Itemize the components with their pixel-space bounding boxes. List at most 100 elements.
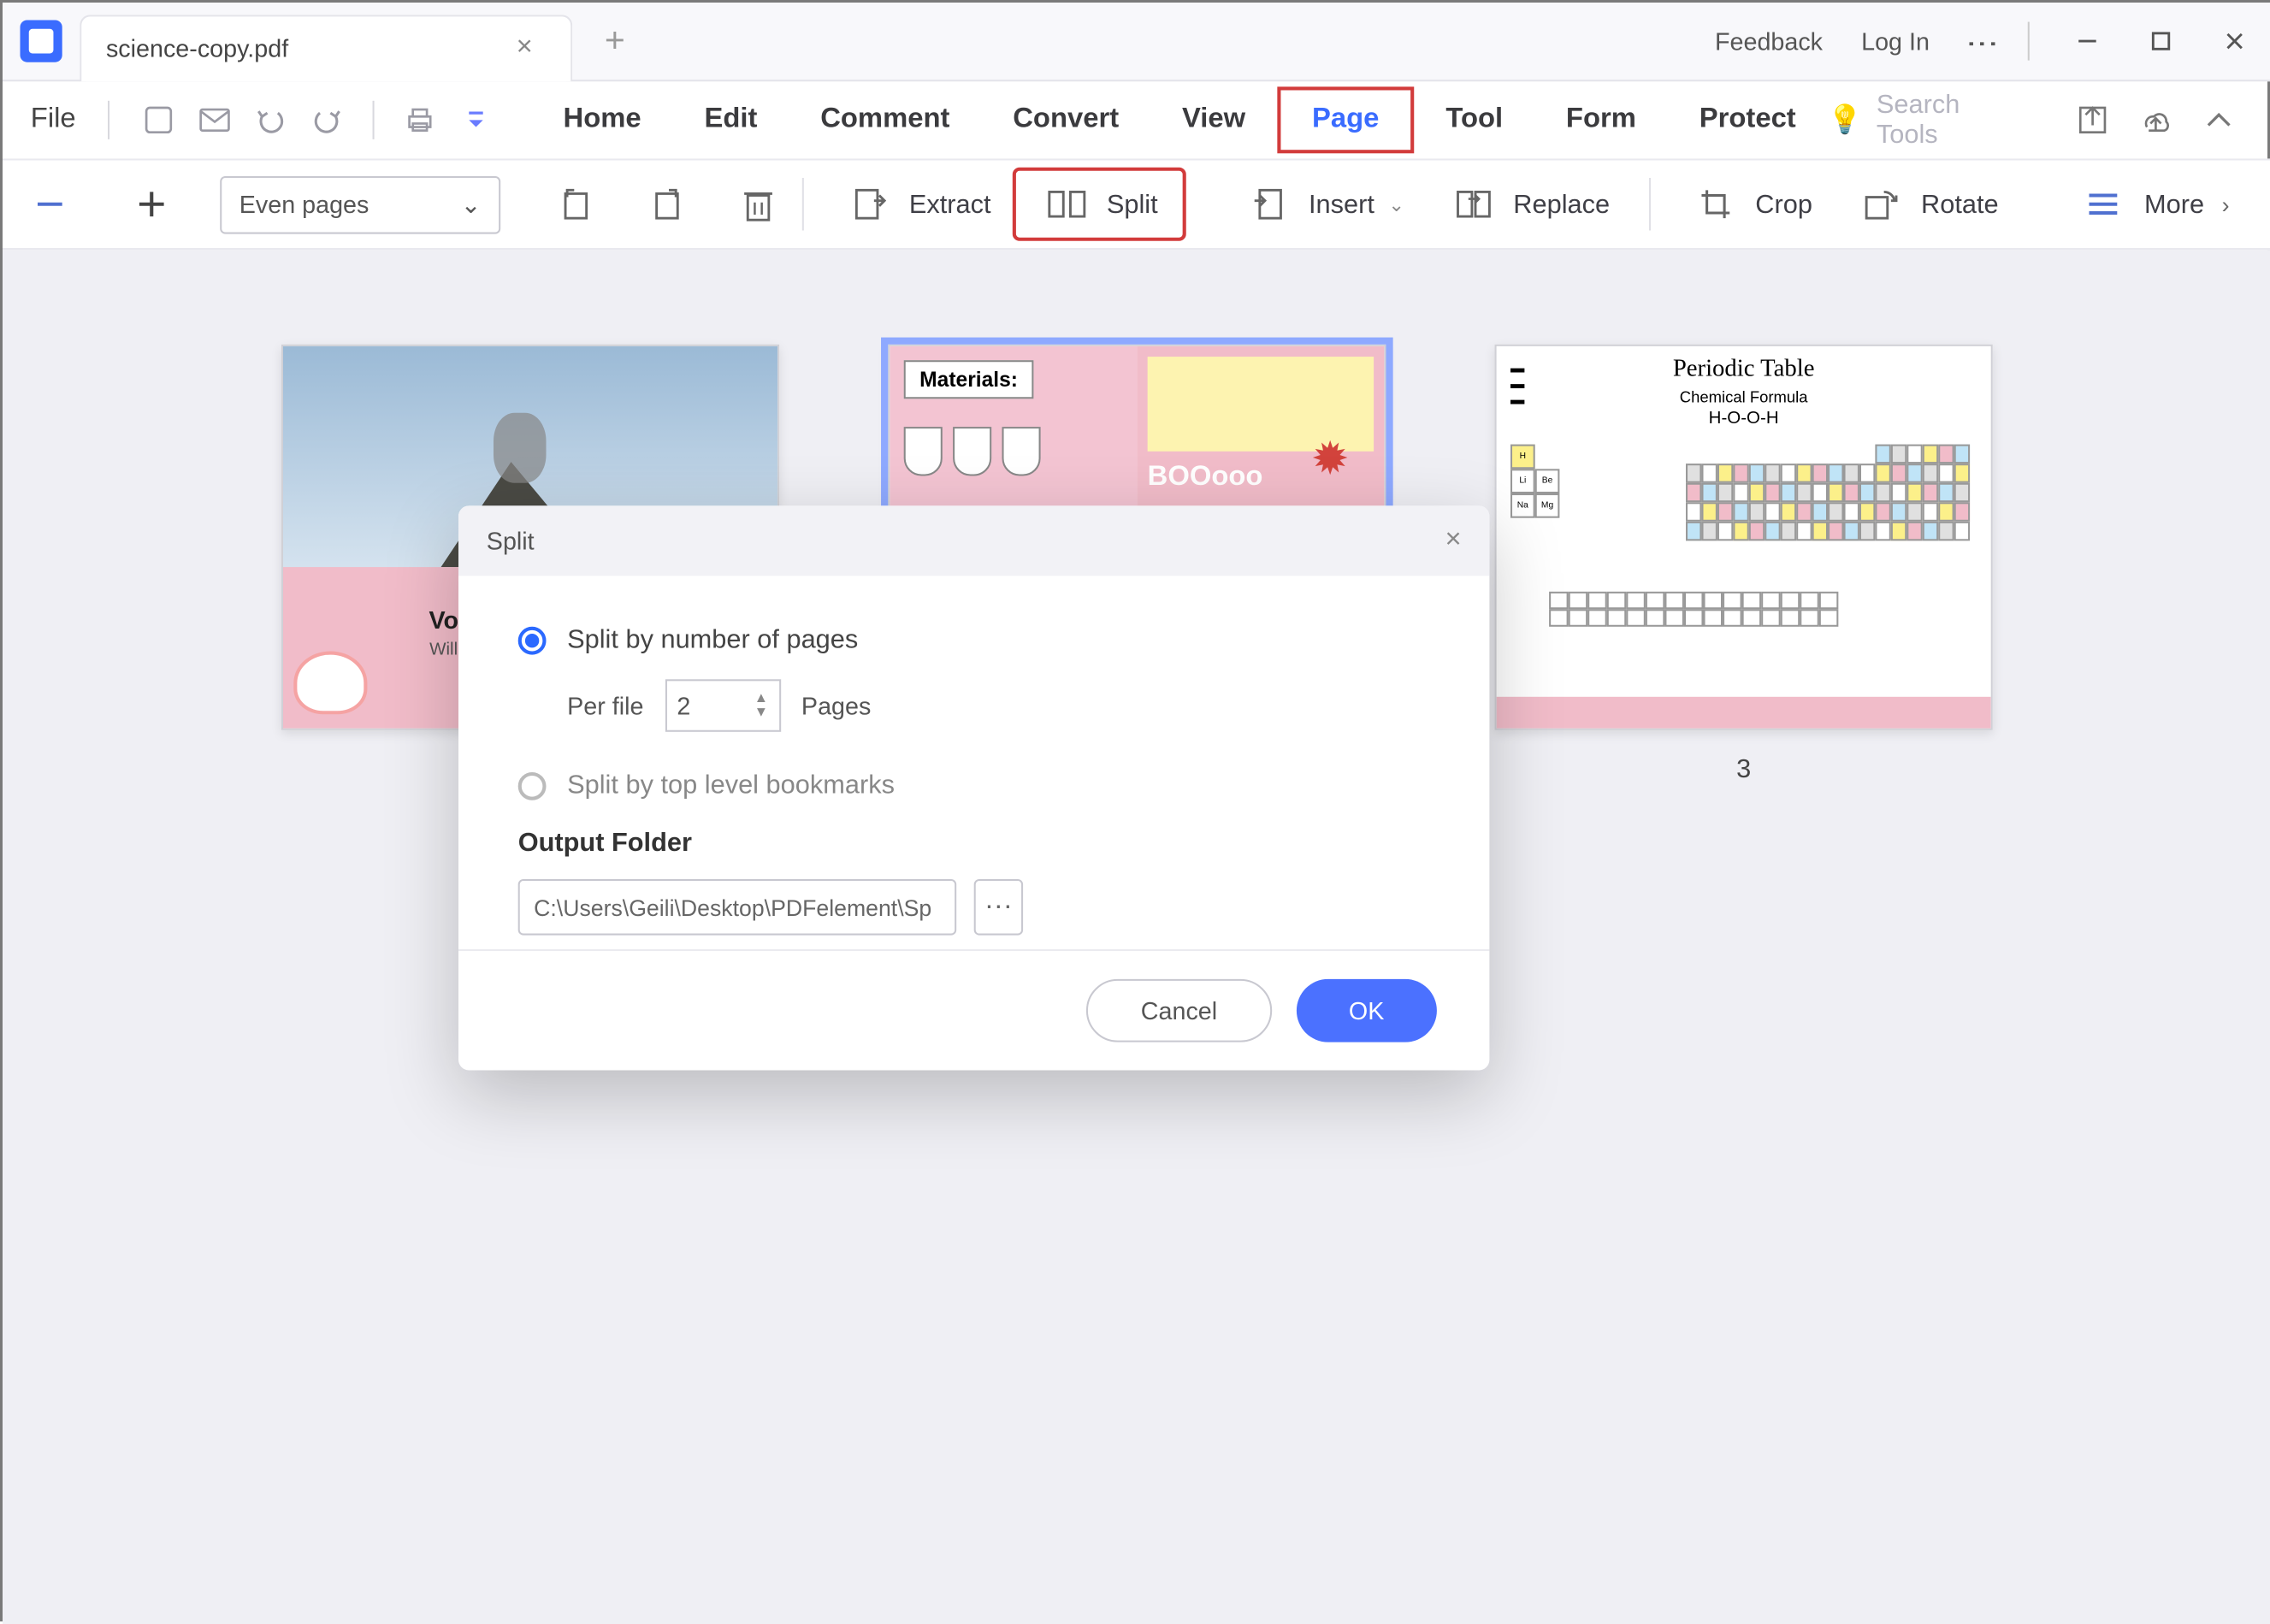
insert-icon <box>1242 178 1295 231</box>
cancel-button[interactable]: Cancel <box>1086 979 1271 1042</box>
print-icon[interactable] <box>395 97 444 143</box>
titlebar: science-copy.pdf × + Feedback Log In ⋮ <box>3 3 2270 81</box>
quick-access-toolbar <box>133 97 500 143</box>
page-filter-dropdown[interactable]: Even pages ⌄ <box>220 175 500 233</box>
split-icon <box>1040 178 1093 231</box>
split-button[interactable]: Split <box>1012 168 1185 241</box>
search-placeholder: Search Tools <box>1877 91 2026 151</box>
feedback-link[interactable]: Feedback <box>1715 27 1823 56</box>
rotate-label: Rotate <box>1921 189 1999 219</box>
redo-icon[interactable] <box>302 97 351 143</box>
split-by-bookmarks-radio[interactable]: Split by top level bookmarks <box>518 771 1430 800</box>
spin-value: 2 <box>677 692 690 720</box>
rotate-left-icon[interactable] <box>550 178 603 231</box>
opt1-label: Split by number of pages <box>567 625 858 655</box>
materials-label: Materials: <box>904 360 1034 399</box>
radio-off-icon <box>518 771 547 800</box>
page-thumb-3[interactable]: ▬▬▬ Periodic Table Chemical Formula H-O-… <box>1495 345 1993 1624</box>
ok-button[interactable]: OK <box>1296 979 1436 1042</box>
output-folder-heading: Output Folder <box>518 829 1430 859</box>
tab-tool[interactable]: Tool <box>1414 91 1534 151</box>
split-by-pages-radio[interactable]: Split by number of pages <box>518 625 1430 655</box>
tab-home[interactable]: Home <box>532 91 673 151</box>
insert-button[interactable]: Insert ⌄ <box>1221 168 1425 241</box>
chevron-down-icon: ⌄ <box>1388 192 1404 216</box>
close-window-button[interactable] <box>2198 22 2270 61</box>
ribbon-tabs: Home Edit Comment Convert View Page Tool… <box>532 86 1828 153</box>
maximize-button[interactable] <box>2125 22 2198 61</box>
extract-icon <box>842 178 896 231</box>
rotate-button[interactable]: Rotate <box>1834 168 2020 241</box>
thumb3-formula: H-O-O-H <box>1497 410 1991 429</box>
dialog-title: Split <box>487 527 535 555</box>
dropdown-value: Even pages <box>239 190 369 218</box>
new-tab-button[interactable]: + <box>605 21 625 62</box>
per-file-label: Per file <box>567 692 643 720</box>
output-path-input[interactable]: C:\Users\Geili\Desktop\PDFelement\Sp <box>518 879 956 936</box>
mail-icon[interactable] <box>190 97 239 143</box>
cloud-icon[interactable] <box>2125 97 2188 143</box>
replace-label: Replace <box>1513 189 1610 219</box>
share-icon[interactable] <box>2061 97 2125 143</box>
extract-label: Extract <box>909 189 991 219</box>
minimize-button[interactable] <box>2050 22 2124 61</box>
menubar: File Home Edit Comment Convert View Page… <box>3 81 2270 158</box>
dialog-close-icon[interactable]: × <box>1445 525 1461 557</box>
thumb3-title: Periodic Table <box>1497 357 1991 385</box>
insert-label: Insert <box>1309 189 1374 219</box>
save-icon[interactable] <box>133 97 182 143</box>
undo-icon[interactable] <box>245 97 294 143</box>
browse-button[interactable]: ··· <box>974 879 1023 936</box>
radio-on-icon <box>518 626 547 654</box>
tab-convert[interactable]: Convert <box>981 91 1150 151</box>
rotate-icon <box>1854 178 1907 231</box>
thumb-image-3: ▬▬▬ Periodic Table Chemical Formula H-O-… <box>1495 345 1993 730</box>
more-menu-icon[interactable]: ⋮ <box>1964 27 2001 56</box>
pages-label: Pages <box>801 692 871 720</box>
chevron-down-icon: ⌄ <box>461 189 482 219</box>
tab-protect[interactable]: Protect <box>1668 91 1828 151</box>
more-button[interactable]: More › <box>2057 168 2251 241</box>
crop-label: Crop <box>1755 189 1812 219</box>
tab-title: science-copy.pdf <box>106 34 288 62</box>
login-link[interactable]: Log In <box>1861 27 1930 56</box>
qat-dropdown-icon[interactable] <box>451 97 500 143</box>
tab-edit[interactable]: Edit <box>673 91 789 151</box>
app-icon <box>21 21 62 62</box>
boo-text: BOOooo <box>1148 462 1263 492</box>
document-tab[interactable]: science-copy.pdf × <box>80 14 573 80</box>
opt2-label: Split by top level bookmarks <box>567 771 895 800</box>
replace-button[interactable]: Replace <box>1426 168 1631 241</box>
delete-page-icon[interactable] <box>732 178 785 231</box>
rotate-right-icon[interactable] <box>641 178 693 231</box>
more-icon <box>2078 178 2131 231</box>
file-menu[interactable]: File <box>13 104 93 136</box>
thumb-image-2: Materials: BOOooo ✹ <box>888 345 1386 523</box>
pages-per-file-input[interactable]: 2 ▲▼ <box>665 679 780 732</box>
close-tab-icon[interactable]: × <box>517 32 533 64</box>
chevron-right-icon: › <box>2222 191 2230 217</box>
tab-comment[interactable]: Comment <box>789 91 981 151</box>
page-thumbnails-area: Science Class Volcanic Experim Willow Cr… <box>3 250 2270 1624</box>
extract-button[interactable]: Extract <box>821 168 1012 241</box>
search-tools[interactable]: 💡 Search Tools <box>1828 91 2026 151</box>
spin-down-icon[interactable]: ▼ <box>754 706 768 719</box>
tab-page[interactable]: Page <box>1277 86 1414 153</box>
split-dialog: Split × Split by number of pages Per fil… <box>458 505 1489 1070</box>
page-toolbar: Even pages ⌄ Extract Split Insert ⌄ Repl… <box>3 158 2270 250</box>
replace-icon <box>1446 178 1499 231</box>
split-label: Split <box>1107 189 1158 219</box>
tab-view[interactable]: View <box>1150 91 1277 151</box>
thumb3-sub: Chemical Formula <box>1497 388 1991 406</box>
page-number-3: 3 <box>1736 754 1751 784</box>
crop-icon <box>1688 178 1741 231</box>
tab-form[interactable]: Form <box>1534 91 1668 151</box>
zoom-in-button[interactable] <box>126 178 179 231</box>
separator <box>2028 22 2030 61</box>
collapse-ribbon-icon[interactable] <box>2187 97 2250 143</box>
dialog-titlebar: Split × <box>458 505 1489 576</box>
lightbulb-icon: 💡 <box>1828 103 1863 138</box>
path-value: C:\Users\Geili\Desktop\PDFelement\Sp <box>534 894 931 920</box>
crop-button[interactable]: Crop <box>1668 168 1834 241</box>
zoom-out-button[interactable] <box>24 178 77 231</box>
